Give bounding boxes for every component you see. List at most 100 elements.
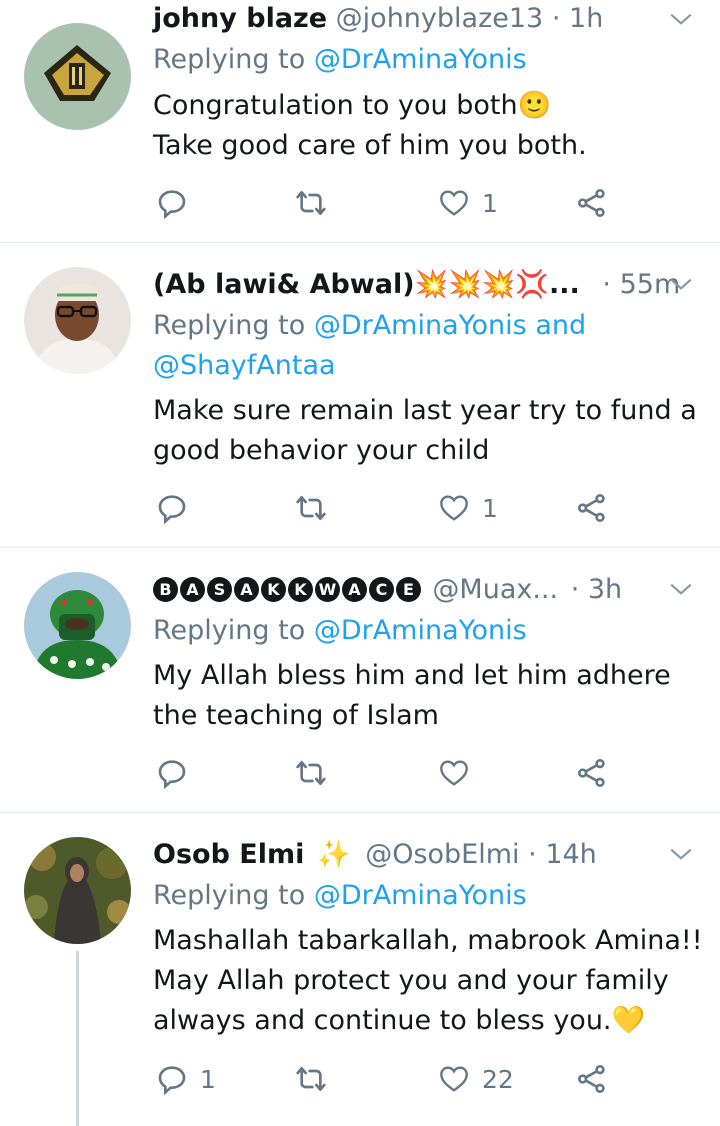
share-button[interactable] [576, 753, 608, 793]
tweet-header: BASAKKWACE @Muax... · 3h [153, 570, 720, 610]
share-icon [578, 759, 605, 787]
replying-prefix: Replying to [153, 880, 314, 911]
name-badge-letter: A [180, 577, 205, 602]
tweet-text-line: Take good care of him you both. [153, 130, 587, 161]
retweet-icon [296, 191, 326, 215]
chevron-down-icon[interactable] [668, 271, 694, 297]
reply-icon [158, 190, 186, 219]
action-bar: 1 [153, 183, 633, 223]
display-name[interactable]: johny blaze [153, 3, 327, 34]
tweet-text-line: the teaching of Islam [153, 700, 439, 731]
name-badge-letter: E [396, 577, 421, 602]
replying-prefix: Replying to [153, 310, 314, 341]
separator: · [551, 3, 561, 34]
replying-to: Replying to @DrAminaYonis [153, 611, 527, 651]
display-name[interactable]: (Ab lawi& Abwal)💥💥💥💢... [153, 269, 580, 300]
tweet-header: Osob Elmi ✨ @OsobElmi · 14h [153, 835, 720, 875]
mention-link[interactable]: @DrAminaYonis [314, 615, 527, 646]
like-icon [440, 1066, 468, 1092]
name-badge-letter: A [342, 577, 367, 602]
tweet-header: johny blaze @johnyblaze13 · 1h [153, 0, 720, 39]
share-button[interactable] [576, 488, 608, 528]
like-count: 1 [482, 493, 498, 523]
reply-icon [158, 760, 186, 789]
reply-button[interactable] [156, 753, 200, 793]
like-icon [440, 760, 468, 786]
tweet-ab-lawi[interactable]: (Ab lawi& Abwal)💥💥💥💢... · 55m Replying t… [0, 243, 720, 547]
share-button[interactable] [576, 1059, 608, 1099]
avatar[interactable] [24, 572, 131, 679]
user-handle[interactable]: @OsobElmi [365, 839, 519, 870]
separator: · [528, 839, 537, 870]
like-icon [440, 495, 468, 521]
action-bar: 1 22 [153, 1059, 633, 1099]
mention-link[interactable]: @DrAminaYonis [314, 880, 527, 911]
retweet-button[interactable] [295, 488, 339, 528]
timestamp[interactable]: 3h [588, 574, 622, 605]
avatar[interactable] [24, 23, 131, 130]
share-icon [578, 1065, 605, 1093]
user-handle[interactable]: @Muax... [432, 574, 558, 605]
like-button[interactable]: 1 [438, 488, 498, 528]
replying-prefix: Replying to [153, 44, 314, 75]
reply-icon [158, 495, 186, 524]
timestamp[interactable]: 14h [545, 839, 596, 870]
avatar[interactable] [24, 837, 131, 944]
like-count: 22 [482, 1064, 514, 1094]
chevron-down-icon[interactable] [668, 841, 694, 867]
retweet-button[interactable] [295, 1059, 339, 1099]
thread-connector [76, 951, 79, 1126]
tweet-text-line: always and continue to bless you.💛 [153, 1005, 646, 1036]
replying-to-line2: @ShayfAntaa [153, 346, 336, 386]
name-badge-letter: K [261, 577, 286, 602]
share-icon [578, 494, 605, 522]
tweet-header: (Ab lawi& Abwal)💥💥💥💢... · 55m [153, 265, 720, 305]
avatar[interactable] [24, 267, 131, 374]
retweet-button[interactable] [295, 753, 339, 793]
action-bar [153, 753, 633, 793]
separator: · [602, 269, 611, 300]
display-name[interactable]: BASAKKWACE [153, 574, 432, 605]
tweet-text-line: My Allah bless him and let him adhere [153, 660, 671, 691]
mention-link[interactable]: @DrAminaYonis [314, 44, 527, 75]
reply-button[interactable] [156, 183, 200, 223]
tweet-text: My Allah bless him and let him adhere th… [153, 656, 671, 736]
action-bar: 1 [153, 488, 633, 528]
tweet-text: Mashallah tabarkallah, mabrook Amina!! M… [153, 921, 703, 1041]
like-count: 1 [482, 188, 498, 218]
name-badge-letter: K [288, 577, 313, 602]
retweet-icon [296, 761, 326, 785]
share-button[interactable] [576, 183, 608, 223]
reply-button[interactable] [156, 488, 200, 528]
mention-link[interactable]: @ShayfAntaa [153, 350, 336, 381]
tweet-osob-elmi[interactable]: Osob Elmi ✨ @OsobElmi · 14h Replying to … [0, 813, 720, 1126]
retweet-icon [296, 496, 326, 520]
name-badge-letter: B [153, 577, 178, 602]
sparkles-icon: ✨ [316, 839, 351, 870]
reply-button[interactable]: 1 [156, 1059, 216, 1099]
retweet-icon [296, 1067, 326, 1091]
reply-count: 1 [200, 1064, 216, 1094]
separator: · [570, 574, 580, 605]
tweet-text-line: Make sure remain last year try to fund a [153, 395, 697, 426]
like-button[interactable]: 22 [438, 1059, 514, 1099]
chevron-down-icon[interactable] [668, 576, 694, 602]
tweet-basakkwace[interactable]: BASAKKWACE @Muax... · 3h Replying to @Dr… [0, 548, 720, 812]
name-badge-letter: A [234, 577, 259, 602]
name-badge-letter: W [315, 577, 340, 602]
name-badge-letter: C [369, 577, 394, 602]
timestamp[interactable]: 1h [569, 3, 603, 34]
user-handle[interactable]: @johnyblaze13 [336, 3, 544, 34]
like-icon [440, 190, 468, 216]
like-button[interactable] [438, 753, 482, 793]
mention-link[interactable]: @DrAminaYonis and [314, 310, 586, 341]
tweet-johny-blaze[interactable]: johny blaze @johnyblaze13 · 1h Replying … [0, 0, 720, 242]
chevron-down-icon[interactable] [668, 6, 694, 32]
retweet-button[interactable] [295, 183, 339, 223]
tweet-text: Congratulation to you both🙂 Take good ca… [153, 86, 587, 166]
replying-to: Replying to @DrAminaYonis [153, 876, 527, 916]
replying-to: Replying to @DrAminaYonis [153, 40, 527, 80]
replying-to: Replying to @DrAminaYonis and [153, 306, 586, 346]
like-button[interactable]: 1 [438, 183, 498, 223]
display-name[interactable]: Osob Elmi [153, 839, 304, 870]
